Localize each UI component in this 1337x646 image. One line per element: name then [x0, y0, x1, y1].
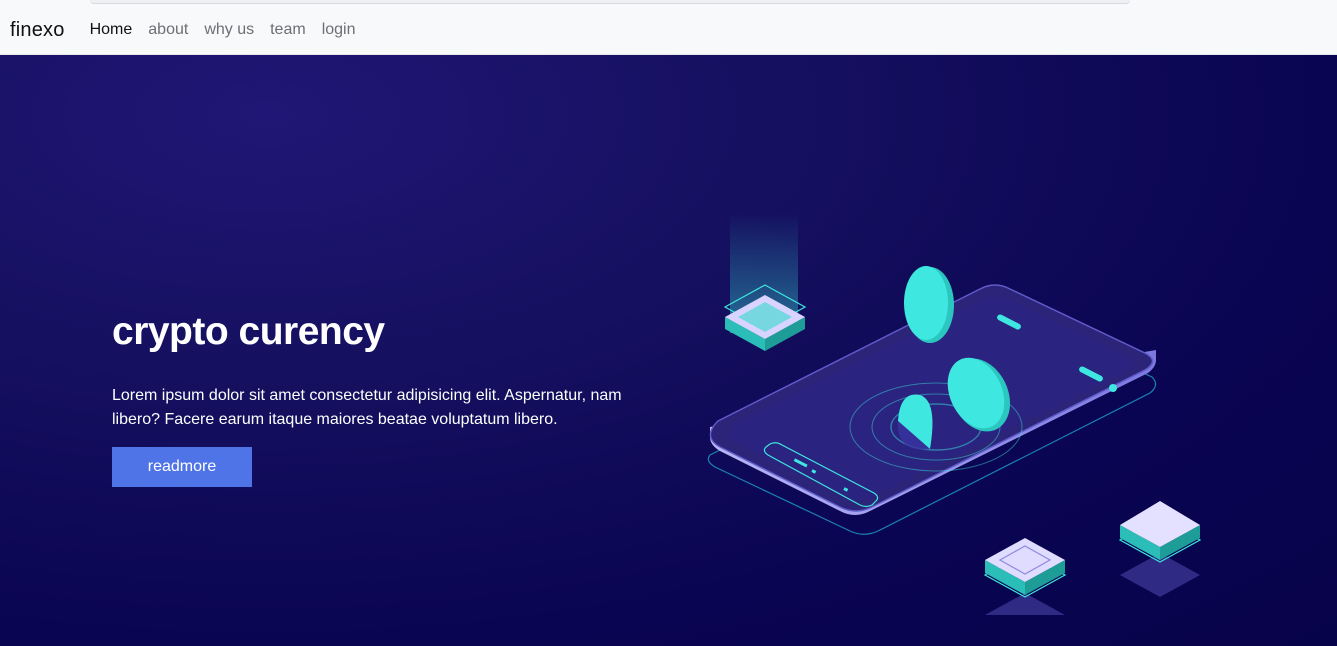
block-icon	[723, 213, 807, 351]
hero-title: crypto curency	[112, 310, 385, 353]
crypto-phone-illustration	[707, 213, 1202, 615]
coin-icon	[897, 394, 933, 450]
nav-link-home[interactable]: Home	[90, 21, 133, 39]
readmore-button[interactable]: readmore	[112, 447, 252, 487]
hero-description: Lorem ipsum dolor sit amet consectetur a…	[112, 387, 622, 428]
block-icon	[983, 538, 1067, 615]
nav-link-about[interactable]: about	[148, 21, 188, 39]
nav-link-why-us[interactable]: why us	[204, 21, 254, 39]
brand-logo[interactable]: finexo	[10, 19, 65, 42]
navbar: finexo Home about why us team login	[0, 6, 1337, 55]
hero-section: crypto curency Lorem ipsum dolor sit ame…	[0, 55, 1337, 646]
nav-link-team[interactable]: team	[270, 21, 306, 39]
block-icon	[1118, 501, 1202, 597]
nav-link-login[interactable]: login	[322, 21, 356, 39]
